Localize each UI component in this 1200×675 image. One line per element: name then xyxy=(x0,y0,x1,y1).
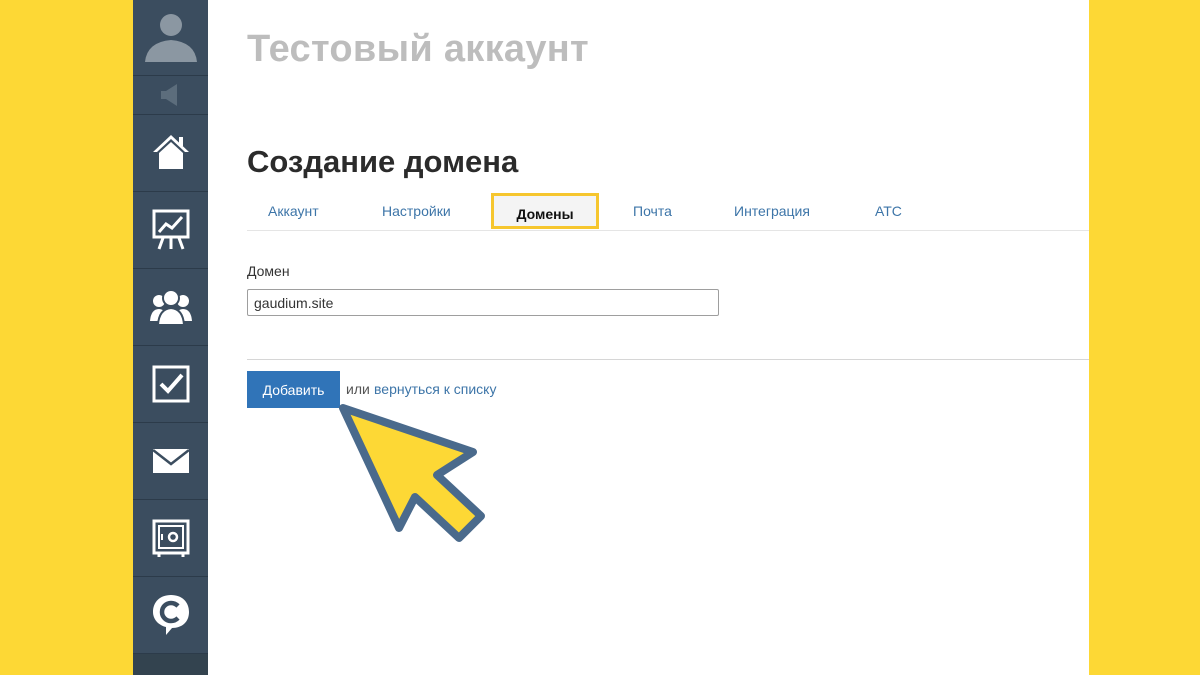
tabs-bar: Аккаунт Настройки Домены Почта Интеграци… xyxy=(247,193,1089,231)
tab-pbx[interactable]: АТС xyxy=(875,194,902,228)
app-window: Тестовый аккаунт Создание домена Аккаунт… xyxy=(133,0,1089,675)
chart-board-icon xyxy=(152,209,189,250)
sidebar-item-home[interactable] xyxy=(133,115,208,192)
domain-input[interactable] xyxy=(247,289,719,316)
sidebar-item-tasks[interactable] xyxy=(133,346,208,423)
user-silhouette-icon xyxy=(145,14,197,62)
form-divider xyxy=(247,359,1089,360)
sidebar-speaker[interactable] xyxy=(133,76,208,115)
page-title: Создание домена xyxy=(247,144,519,179)
speaker-icon xyxy=(161,84,177,106)
tab-settings[interactable]: Настройки xyxy=(382,194,451,228)
sidebar-bottom-strip xyxy=(133,654,208,675)
domain-label: Домен xyxy=(247,263,290,279)
sidebar-item-reports[interactable] xyxy=(133,192,208,269)
tab-account[interactable]: Аккаунт xyxy=(268,194,319,228)
sidebar xyxy=(133,0,208,675)
or-text: или xyxy=(346,381,370,397)
tab-integration[interactable]: Интеграция xyxy=(734,194,810,228)
sidebar-item-contacts[interactable] xyxy=(133,269,208,346)
tab-mail[interactable]: Почта xyxy=(633,194,672,228)
chat-c-icon xyxy=(152,595,189,635)
sidebar-avatar[interactable] xyxy=(133,0,208,76)
checkbox-icon xyxy=(152,365,189,403)
pointer-arrow-icon xyxy=(339,404,485,542)
account-title: Тестовый аккаунт xyxy=(247,28,589,70)
safe-icon xyxy=(152,519,189,557)
sidebar-item-safe[interactable] xyxy=(133,500,208,577)
main-content: Тестовый аккаунт Создание домена Аккаунт… xyxy=(208,0,1089,675)
back-to-list-link[interactable]: вернуться к списку xyxy=(374,381,496,397)
sidebar-item-chat[interactable] xyxy=(133,577,208,654)
envelope-icon xyxy=(151,449,190,473)
tab-domains[interactable]: Домены xyxy=(491,193,599,229)
sidebar-item-mail[interactable] xyxy=(133,423,208,500)
home-icon xyxy=(152,135,189,169)
add-button[interactable]: Добавить xyxy=(247,371,340,408)
users-group-icon xyxy=(149,289,192,326)
